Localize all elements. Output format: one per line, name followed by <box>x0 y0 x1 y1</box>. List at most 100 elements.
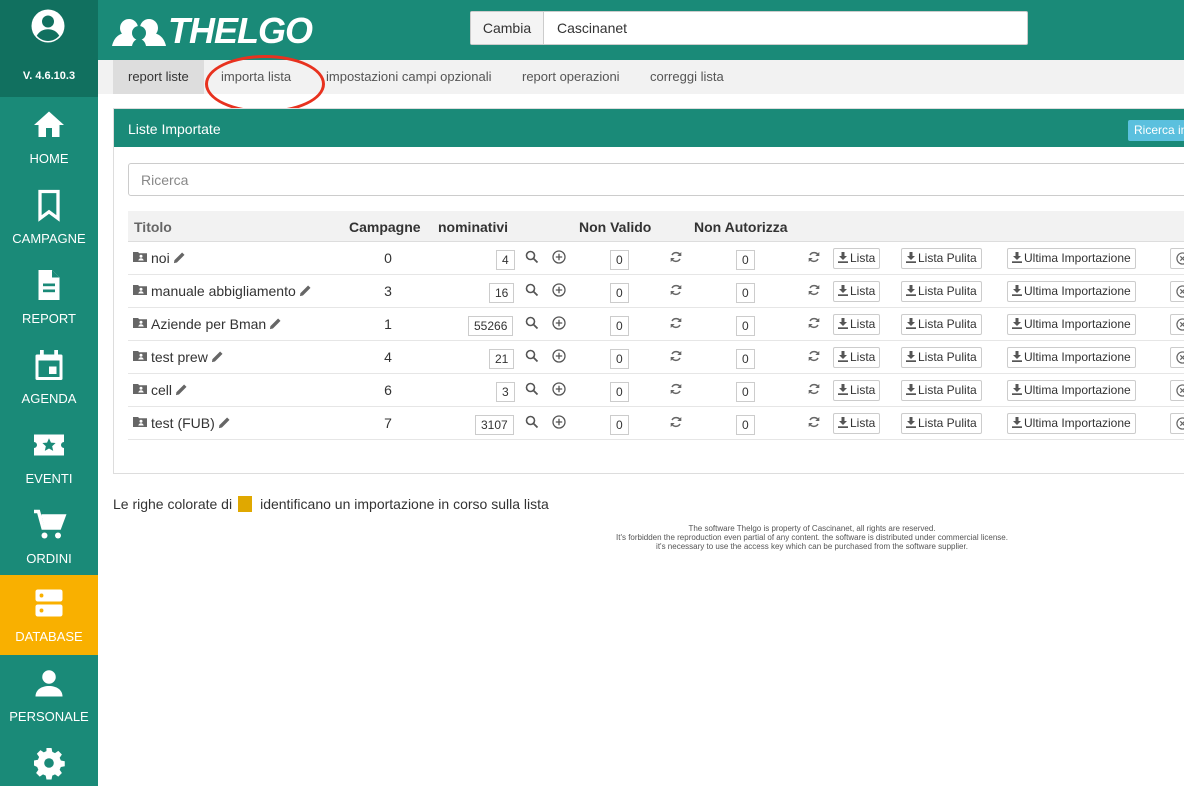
non-valido-count[interactable]: 0 <box>610 250 629 270</box>
refresh-icon[interactable] <box>669 250 683 264</box>
download-ultima-importazione-button[interactable]: Ultima Importazione <box>1007 380 1136 401</box>
non-autorizza-count[interactable]: 0 <box>736 316 755 336</box>
nominativi-count[interactable]: 3 <box>496 382 515 402</box>
edit-pencil-icon[interactable] <box>299 284 312 297</box>
download-lista-pulita-button[interactable]: Lista Pulita <box>901 314 982 335</box>
refresh-icon[interactable] <box>807 250 821 264</box>
download-lista-button[interactable]: Lista <box>833 314 881 335</box>
delete-button[interactable] <box>1170 413 1184 434</box>
refresh-icon[interactable] <box>669 283 683 297</box>
user-circle-icon[interactable] <box>30 8 66 44</box>
add-circle-icon[interactable] <box>552 283 566 297</box>
delete-button[interactable] <box>1170 347 1184 368</box>
nominativi-count[interactable]: 21 <box>489 349 515 369</box>
list-title[interactable]: manuale abbigliamento <box>151 283 312 299</box>
list-title[interactable]: test (FUB) <box>151 415 231 431</box>
search-icon[interactable] <box>525 349 539 363</box>
add-circle-icon[interactable] <box>552 382 566 396</box>
add-circle-icon[interactable] <box>552 349 566 363</box>
sidebar-item-report[interactable]: REPORT <box>0 257 98 337</box>
delete-button[interactable] <box>1170 380 1184 401</box>
download-lista-button[interactable]: Lista <box>833 413 881 434</box>
sidebar-item-campagne[interactable]: CAMPAGNE <box>0 177 98 257</box>
add-circle-icon[interactable] <box>552 316 566 330</box>
sidebar-item-home[interactable]: HOME <box>0 97 98 177</box>
nominativi-count[interactable]: 3107 <box>475 415 514 435</box>
search-icon[interactable] <box>525 415 539 429</box>
delete-button[interactable] <box>1170 314 1184 335</box>
ricerca-button[interactable]: Ricerca in <box>1128 120 1184 141</box>
refresh-icon[interactable] <box>669 415 683 429</box>
non-autorizza-count[interactable]: 0 <box>736 382 755 402</box>
sidebar-item-eventi[interactable]: EVENTI <box>0 417 98 497</box>
non-autorizza-count[interactable]: 0 <box>736 349 755 369</box>
tab-impostazioni-campi[interactable]: impostazioni campi opzionali <box>311 60 506 94</box>
search-icon[interactable] <box>525 283 539 297</box>
edit-pencil-icon[interactable] <box>269 317 282 330</box>
refresh-icon[interactable] <box>807 283 821 297</box>
download-lista-button[interactable]: Lista <box>833 248 881 269</box>
download-ultima-importazione-button[interactable]: Ultima Importazione <box>1007 413 1136 434</box>
refresh-icon[interactable] <box>807 415 821 429</box>
cambia-button[interactable]: Cambia <box>471 12 544 44</box>
refresh-icon[interactable] <box>669 349 683 363</box>
refresh-icon[interactable] <box>807 382 821 396</box>
download-lista-pulita-button[interactable]: Lista Pulita <box>901 413 982 434</box>
edit-pencil-icon[interactable] <box>211 350 224 363</box>
nominativi-count[interactable]: 55266 <box>468 316 514 336</box>
list-title[interactable]: noi <box>151 250 186 266</box>
tab-report-operazioni[interactable]: report operazioni <box>507 60 635 94</box>
sidebar-item-ordini[interactable]: ORDINI <box>0 497 98 577</box>
refresh-icon[interactable] <box>807 316 821 330</box>
edit-pencil-icon[interactable] <box>175 383 188 396</box>
non-valido-count[interactable]: 0 <box>610 283 629 303</box>
list-title[interactable]: Aziende per Bman <box>151 316 282 332</box>
non-valido-count[interactable]: 0 <box>610 415 629 435</box>
download-lista-pulita-button[interactable]: Lista Pulita <box>901 248 982 269</box>
list-title[interactable]: cell <box>151 382 188 398</box>
nominativi-count[interactable]: 4 <box>496 250 515 270</box>
sidebar-item-label: CAMPAGNE <box>12 231 86 246</box>
sidebar-item-agenda[interactable]: AGENDA <box>0 337 98 417</box>
search-input[interactable] <box>129 164 1184 195</box>
download-lista-pulita-button[interactable]: Lista Pulita <box>901 347 982 368</box>
add-circle-icon[interactable] <box>552 250 566 264</box>
edit-pencil-icon[interactable] <box>218 416 231 429</box>
download-lista-button[interactable]: Lista <box>833 281 881 302</box>
download-lista-button[interactable]: Lista <box>833 347 881 368</box>
search-icon[interactable] <box>525 316 539 330</box>
search-icon[interactable] <box>525 382 539 396</box>
header-titolo[interactable]: Titolo <box>134 219 172 235</box>
refresh-icon[interactable] <box>669 316 683 330</box>
non-autorizza-count[interactable]: 0 <box>736 250 755 270</box>
add-circle-icon[interactable] <box>552 415 566 429</box>
list-title[interactable]: test prew <box>151 349 224 365</box>
sidebar-item-settings[interactable] <box>0 735 98 786</box>
sidebar-item-personale[interactable]: PERSONALE <box>0 655 98 735</box>
delete-button[interactable] <box>1170 281 1184 302</box>
tab-report-liste[interactable]: report liste <box>113 60 204 94</box>
tab-correggi-lista[interactable]: correggi lista <box>635 60 739 94</box>
refresh-icon[interactable] <box>669 382 683 396</box>
download-ultima-importazione-button[interactable]: Ultima Importazione <box>1007 248 1136 269</box>
download-ultima-importazione-button[interactable]: Ultima Importazione <box>1007 347 1136 368</box>
search-box[interactable] <box>128 163 1184 196</box>
non-autorizza-count[interactable]: 0 <box>736 415 755 435</box>
sidebar-item-database[interactable]: DATABASE <box>0 575 98 655</box>
non-valido-count[interactable]: 0 <box>610 382 629 402</box>
download-ultima-importazione-button[interactable]: Ultima Importazione <box>1007 314 1136 335</box>
download-lista-pulita-button[interactable]: Lista Pulita <box>901 281 982 302</box>
nominativi-count[interactable]: 16 <box>489 283 515 303</box>
search-icon[interactable] <box>525 250 539 264</box>
non-autorizza-count[interactable]: 0 <box>736 283 755 303</box>
refresh-icon[interactable] <box>807 349 821 363</box>
tenant-switcher[interactable]: Cambia Cascinanet <box>470 11 1028 45</box>
delete-x-icon <box>1176 417 1184 430</box>
edit-pencil-icon[interactable] <box>173 251 186 264</box>
download-lista-pulita-button[interactable]: Lista Pulita <box>901 380 982 401</box>
download-ultima-importazione-button[interactable]: Ultima Importazione <box>1007 281 1136 302</box>
non-valido-count[interactable]: 0 <box>610 316 629 336</box>
non-valido-count[interactable]: 0 <box>610 349 629 369</box>
download-lista-button[interactable]: Lista <box>833 380 881 401</box>
delete-button[interactable] <box>1170 248 1184 269</box>
